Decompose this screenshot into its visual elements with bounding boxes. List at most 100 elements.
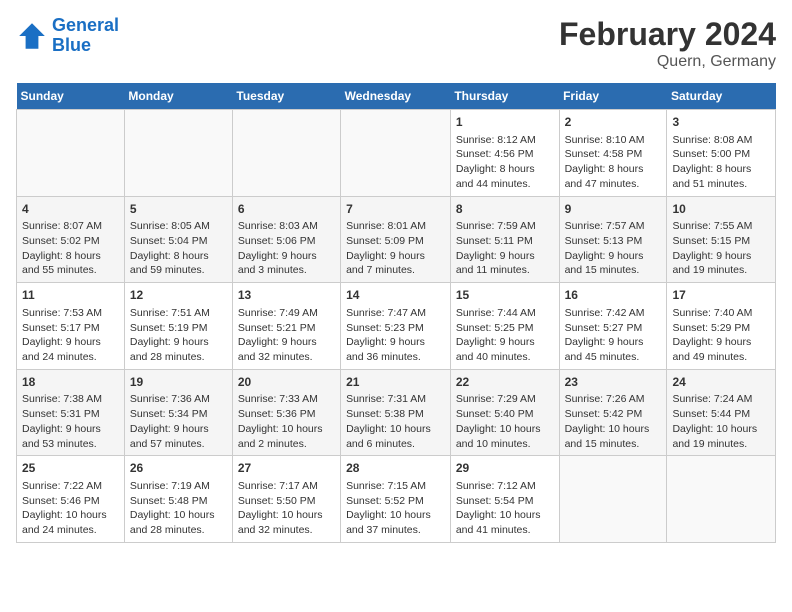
day-info: Daylight: 9 hours [456, 249, 554, 264]
day-info: Sunrise: 8:08 AM [672, 133, 770, 148]
day-info: Sunset: 5:23 PM [346, 321, 445, 336]
day-info: and 24 minutes. [22, 350, 119, 365]
day-number: 7 [346, 201, 445, 218]
day-info: Sunrise: 7:22 AM [22, 479, 119, 494]
day-number: 8 [456, 201, 554, 218]
day-info: Sunset: 5:06 PM [238, 234, 335, 249]
title-block: February 2024 Quern, Germany [559, 16, 776, 71]
day-info: Sunrise: 7:33 AM [238, 392, 335, 407]
calendar-cell: 10Sunrise: 7:55 AMSunset: 5:15 PMDayligh… [667, 196, 776, 283]
day-info: Sunrise: 7:19 AM [130, 479, 227, 494]
day-number: 6 [238, 201, 335, 218]
day-number: 5 [130, 201, 227, 218]
calendar-cell: 14Sunrise: 7:47 AMSunset: 5:23 PMDayligh… [341, 283, 451, 370]
day-info: Daylight: 10 hours [346, 422, 445, 437]
day-info: Sunset: 5:27 PM [565, 321, 662, 336]
calendar-week-3: 11Sunrise: 7:53 AMSunset: 5:17 PMDayligh… [17, 283, 776, 370]
header-cell-wednesday: Wednesday [341, 83, 451, 110]
calendar-cell [341, 110, 451, 197]
day-number: 3 [672, 114, 770, 131]
calendar-week-1: 1Sunrise: 8:12 AMSunset: 4:56 PMDaylight… [17, 110, 776, 197]
day-info: Sunrise: 7:36 AM [130, 392, 227, 407]
day-info: Sunset: 5:31 PM [22, 407, 119, 422]
calendar-cell: 23Sunrise: 7:26 AMSunset: 5:42 PMDayligh… [559, 369, 667, 456]
day-info: Daylight: 8 hours [565, 162, 662, 177]
day-info: Sunrise: 7:38 AM [22, 392, 119, 407]
day-info: Daylight: 10 hours [238, 422, 335, 437]
header-cell-saturday: Saturday [667, 83, 776, 110]
day-info: Daylight: 8 hours [672, 162, 770, 177]
day-info: Sunset: 5:34 PM [130, 407, 227, 422]
day-info: Sunrise: 8:07 AM [22, 219, 119, 234]
calendar-cell: 9Sunrise: 7:57 AMSunset: 5:13 PMDaylight… [559, 196, 667, 283]
calendar-header: SundayMondayTuesdayWednesdayThursdayFrid… [17, 83, 776, 110]
day-number: 12 [130, 287, 227, 304]
day-number: 22 [456, 374, 554, 391]
day-info: Daylight: 9 hours [346, 335, 445, 350]
calendar-cell: 29Sunrise: 7:12 AMSunset: 5:54 PMDayligh… [450, 456, 559, 543]
day-info: Sunset: 4:58 PM [565, 147, 662, 162]
calendar-cell: 15Sunrise: 7:44 AMSunset: 5:25 PMDayligh… [450, 283, 559, 370]
day-info: Sunrise: 7:51 AM [130, 306, 227, 321]
day-info: Sunrise: 7:59 AM [456, 219, 554, 234]
day-info: Daylight: 9 hours [238, 335, 335, 350]
day-info: and 53 minutes. [22, 437, 119, 452]
day-info: Sunset: 5:15 PM [672, 234, 770, 249]
day-info: and 59 minutes. [130, 263, 227, 278]
logo-text: General Blue [52, 16, 119, 56]
day-number: 28 [346, 460, 445, 477]
day-info: Sunrise: 7:53 AM [22, 306, 119, 321]
calendar-table: SundayMondayTuesdayWednesdayThursdayFrid… [16, 83, 776, 543]
day-info: and 6 minutes. [346, 437, 445, 452]
day-info: Sunset: 5:36 PM [238, 407, 335, 422]
calendar-week-4: 18Sunrise: 7:38 AMSunset: 5:31 PMDayligh… [17, 369, 776, 456]
calendar-cell: 26Sunrise: 7:19 AMSunset: 5:48 PMDayligh… [124, 456, 232, 543]
calendar-cell: 7Sunrise: 8:01 AMSunset: 5:09 PMDaylight… [341, 196, 451, 283]
calendar-cell: 6Sunrise: 8:03 AMSunset: 5:06 PMDaylight… [232, 196, 340, 283]
day-number: 2 [565, 114, 662, 131]
logo: General Blue [16, 16, 119, 56]
calendar-cell: 5Sunrise: 8:05 AMSunset: 5:04 PMDaylight… [124, 196, 232, 283]
day-number: 16 [565, 287, 662, 304]
day-info: Sunset: 4:56 PM [456, 147, 554, 162]
calendar-cell [124, 110, 232, 197]
day-info: and 36 minutes. [346, 350, 445, 365]
day-info: Sunset: 5:44 PM [672, 407, 770, 422]
day-info: Daylight: 9 hours [238, 249, 335, 264]
header-row: SundayMondayTuesdayWednesdayThursdayFrid… [17, 83, 776, 110]
day-number: 20 [238, 374, 335, 391]
day-info: and 37 minutes. [346, 523, 445, 538]
day-info: Daylight: 10 hours [565, 422, 662, 437]
day-info: Sunset: 5:42 PM [565, 407, 662, 422]
day-info: Daylight: 10 hours [672, 422, 770, 437]
day-number: 29 [456, 460, 554, 477]
calendar-subtitle: Quern, Germany [559, 53, 776, 71]
day-info: Sunset: 5:19 PM [130, 321, 227, 336]
day-info: Sunrise: 7:15 AM [346, 479, 445, 494]
page-header: General Blue February 2024 Quern, German… [16, 16, 776, 71]
day-info: Daylight: 9 hours [22, 335, 119, 350]
day-number: 24 [672, 374, 770, 391]
day-info: and 28 minutes. [130, 350, 227, 365]
day-info: Daylight: 10 hours [22, 508, 119, 523]
day-info: Sunset: 5:50 PM [238, 494, 335, 509]
calendar-cell: 13Sunrise: 7:49 AMSunset: 5:21 PMDayligh… [232, 283, 340, 370]
day-info: and 15 minutes. [565, 437, 662, 452]
day-info: Daylight: 9 hours [346, 249, 445, 264]
day-info: and 28 minutes. [130, 523, 227, 538]
calendar-cell: 12Sunrise: 7:51 AMSunset: 5:19 PMDayligh… [124, 283, 232, 370]
day-number: 27 [238, 460, 335, 477]
day-info: and 32 minutes. [238, 350, 335, 365]
day-info: and 57 minutes. [130, 437, 227, 452]
day-number: 11 [22, 287, 119, 304]
day-info: Daylight: 8 hours [130, 249, 227, 264]
calendar-body: 1Sunrise: 8:12 AMSunset: 4:56 PMDaylight… [17, 110, 776, 543]
day-info: Daylight: 10 hours [456, 422, 554, 437]
day-info: Daylight: 10 hours [346, 508, 445, 523]
day-info: Sunrise: 7:26 AM [565, 392, 662, 407]
day-number: 13 [238, 287, 335, 304]
day-info: Sunrise: 7:55 AM [672, 219, 770, 234]
calendar-cell [667, 456, 776, 543]
day-number: 25 [22, 460, 119, 477]
day-info: and 24 minutes. [22, 523, 119, 538]
